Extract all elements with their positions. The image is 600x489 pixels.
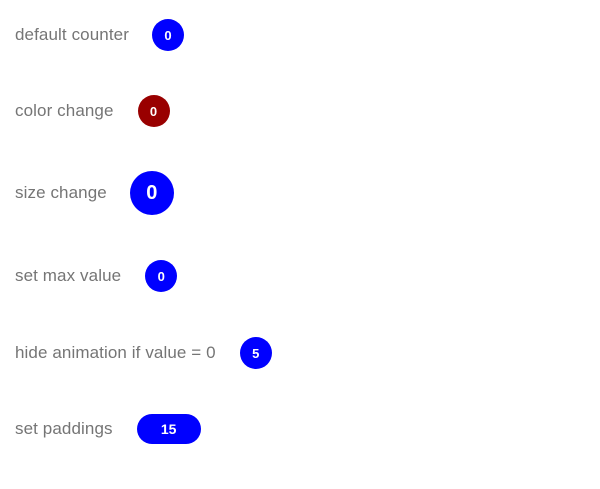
default-counter-label: default counter [15,25,129,44]
hide-animation-label: hide animation if value = 0 [15,343,216,362]
hide-animation-badge[interactable]: 5 [239,337,272,369]
color-change-badge[interactable]: 0 [137,95,170,127]
row-size-change: size change 0 [15,171,174,215]
row-set-paddings: set paddings 15 [15,409,201,449]
default-counter-badge[interactable]: 0 [151,19,184,51]
row-set-max-value: set max value 0 [15,256,178,296]
color-change-label: color change [15,101,114,120]
row-color-change: color change 0 [15,91,170,131]
row-default-counter: default counter 0 [15,15,184,55]
set-max-value-label: set max value [15,266,122,285]
size-change-label: size change [15,183,107,202]
row-hide-animation: hide animation if value = 0 5 [15,333,272,373]
size-change-badge[interactable]: 0 [129,171,174,215]
set-max-value-badge[interactable]: 0 [145,260,178,292]
set-paddings-label: set paddings [15,419,113,438]
screen: default counter 0 color change 0 size ch… [0,0,600,489]
set-paddings-badge[interactable]: 15 [136,414,201,444]
